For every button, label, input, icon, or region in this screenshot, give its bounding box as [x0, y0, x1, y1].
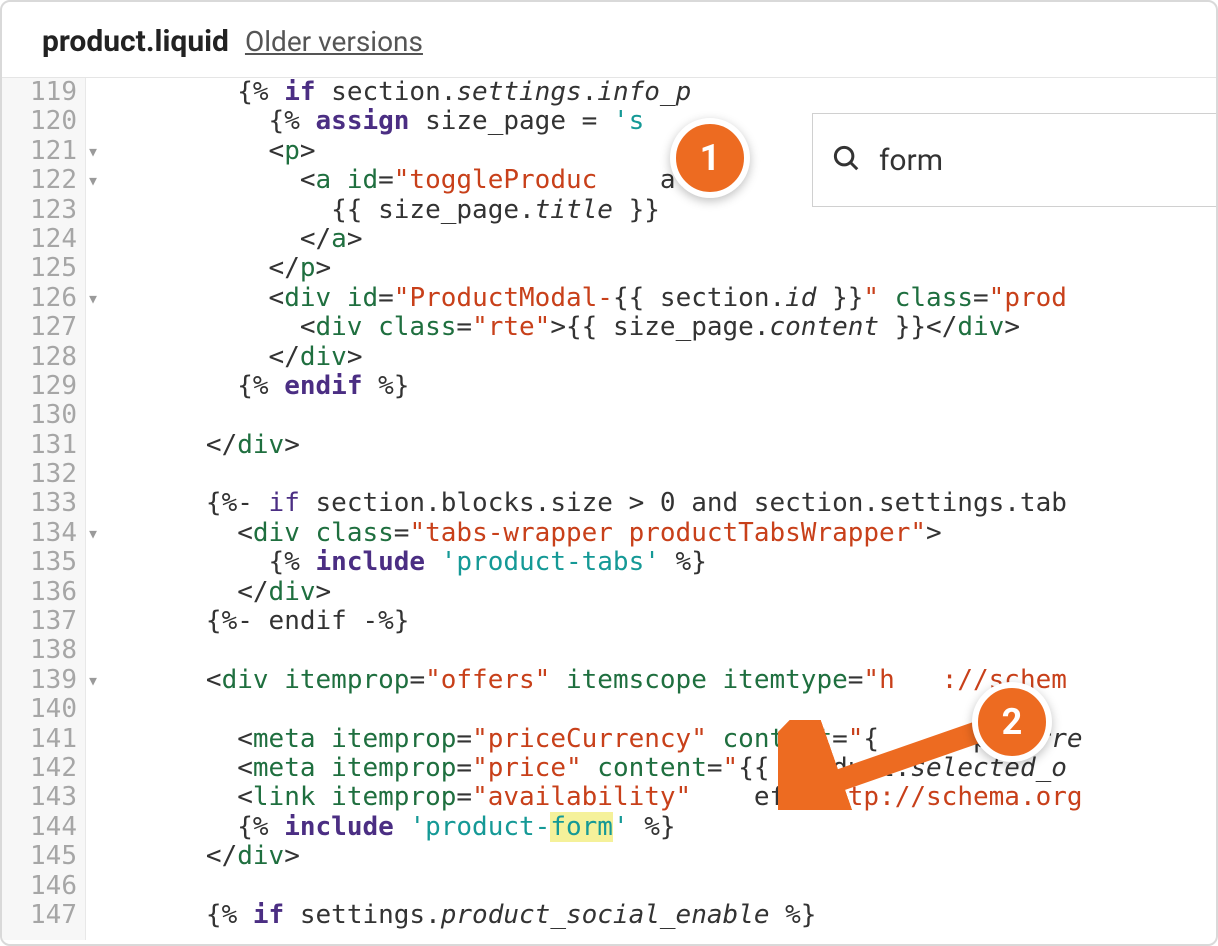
code-line[interactable]: {% if settings.product_social_enable %}: [112, 901, 1083, 930]
code-line[interactable]: </p>: [112, 254, 1083, 283]
line-number: 134: [2, 519, 85, 548]
code-line[interactable]: </div>: [112, 431, 1083, 460]
code-line[interactable]: [112, 695, 1083, 724]
line-number: 121: [2, 137, 85, 166]
code-line[interactable]: {%- if section.blocks.size > 0 and secti…: [112, 489, 1083, 518]
line-number: 142: [2, 754, 85, 783]
line-number: 135: [2, 548, 85, 577]
line-number: 145: [2, 842, 85, 871]
line-number: 143: [2, 783, 85, 812]
line-number: 122: [2, 166, 85, 195]
line-number: 120: [2, 107, 85, 136]
annotation-badge-2: 2: [972, 682, 1052, 762]
line-number: 147: [2, 901, 85, 930]
code-editor[interactable]: 1191201211221231241251261271281291301311…: [2, 78, 1216, 940]
line-number: 131: [2, 431, 85, 460]
line-number: 127: [2, 313, 85, 342]
line-number: 128: [2, 343, 85, 372]
search-box[interactable]: [812, 113, 1216, 207]
line-number: 133: [2, 489, 85, 518]
file-name: product.liquid: [42, 24, 229, 59]
search-input[interactable]: [877, 142, 1218, 179]
code-line[interactable]: {% include 'product-tabs' %}: [112, 548, 1083, 577]
line-number: 132: [2, 460, 85, 489]
code-line[interactable]: <div class="tabs-wrapper productTabsWrap…: [112, 519, 1083, 548]
code-line[interactable]: <meta itemprop="priceCurrency" content="…: [112, 725, 1083, 754]
code-line[interactable]: <div class="rte">{{ size_page.content }}…: [112, 313, 1083, 342]
code-area[interactable]: {% if section.settings.info_p {% assign …: [86, 78, 1083, 940]
code-line[interactable]: <div id="ProductModal-{{ section.id }}" …: [112, 284, 1083, 313]
older-versions-link[interactable]: Older versions: [245, 25, 423, 58]
line-number: 144: [2, 813, 85, 842]
line-number: 141: [2, 725, 85, 754]
line-number: 138: [2, 636, 85, 665]
code-line[interactable]: [112, 872, 1083, 901]
code-line[interactable]: <div itemprop="offers" itemscope itemtyp…: [112, 666, 1083, 695]
editor-window: product.liquid Older versions 1191201211…: [0, 0, 1218, 946]
line-number: 125: [2, 254, 85, 283]
code-line[interactable]: <meta itemprop="price" content="{{ roduc…: [112, 754, 1083, 783]
code-line[interactable]: [112, 636, 1083, 665]
code-line[interactable]: {%- endif -%}: [112, 607, 1083, 636]
code-line[interactable]: [112, 460, 1083, 489]
line-number: 139: [2, 666, 85, 695]
code-line[interactable]: {% endif %}: [112, 372, 1083, 401]
line-number: 123: [2, 196, 85, 225]
line-number: 124: [2, 225, 85, 254]
code-line[interactable]: </div>: [112, 842, 1083, 871]
line-number: 126: [2, 284, 85, 313]
line-number: 140: [2, 695, 85, 724]
code-line[interactable]: </a>: [112, 225, 1083, 254]
line-number: 136: [2, 578, 85, 607]
line-number: 137: [2, 607, 85, 636]
line-number: 146: [2, 872, 85, 901]
search-icon: [831, 143, 861, 177]
line-number-gutter: 1191201211221231241251261271281291301311…: [2, 78, 86, 940]
code-line[interactable]: {% if section.settings.info_p: [112, 78, 1083, 107]
line-number: 130: [2, 401, 85, 430]
code-line[interactable]: <link itemprop="availability" ef="http:/…: [112, 783, 1083, 812]
code-line[interactable]: {% include 'product-form' %}: [112, 813, 1083, 842]
editor-header: product.liquid Older versions: [2, 2, 1216, 78]
code-line[interactable]: [112, 401, 1083, 430]
line-number: 129: [2, 372, 85, 401]
code-line[interactable]: </div>: [112, 343, 1083, 372]
code-line[interactable]: </div>: [112, 578, 1083, 607]
annotation-badge-1: 1: [670, 118, 750, 198]
line-number: 119: [2, 78, 85, 107]
